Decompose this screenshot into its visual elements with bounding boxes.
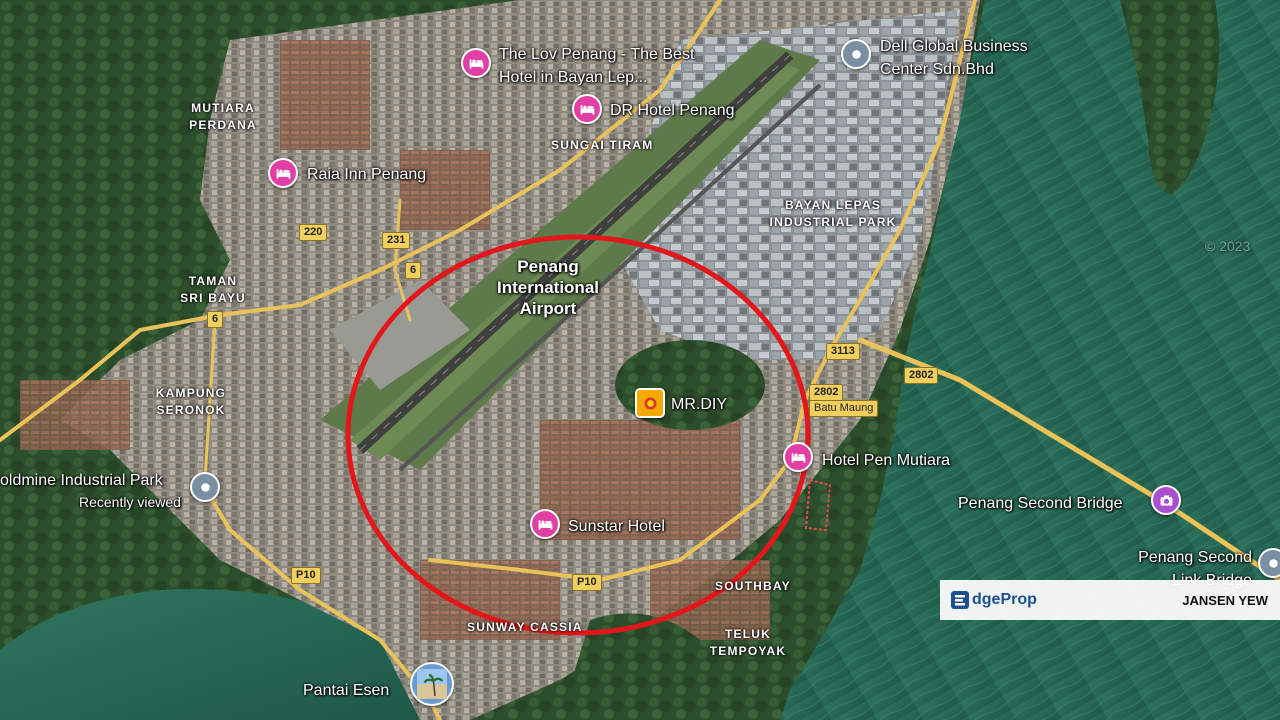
bed-icon bbox=[791, 452, 805, 463]
road-shield-2802: 2802 bbox=[809, 384, 844, 401]
location-dot-icon bbox=[1268, 558, 1278, 568]
road-shield-6: 6 bbox=[207, 311, 224, 328]
place-label-sunstar[interactable]: Sunstar Hotel bbox=[568, 515, 665, 538]
edgeprop-brand-text: dgeProp bbox=[972, 591, 1037, 608]
road-shield-231: 231 bbox=[382, 232, 411, 249]
place-label-pen-mutiara[interactable]: Hotel Pen Mutiara bbox=[822, 449, 950, 472]
bridge-pin-second-link-bridge[interactable] bbox=[1258, 548, 1280, 578]
hotel-pin-sunstar[interactable] bbox=[530, 509, 560, 539]
beach-photo-icon bbox=[417, 669, 447, 699]
road-shield-p10: P10 bbox=[291, 567, 321, 584]
road-shield-220: 220 bbox=[299, 224, 328, 241]
business-pin-goldmine[interactable] bbox=[190, 472, 220, 502]
area-label-mutiara-perdana: MUTIARA PERDANA bbox=[189, 101, 257, 132]
hotel-pin-lov-penang[interactable] bbox=[461, 48, 491, 78]
place-label-goldmine[interactable]: oldmine Industrial Park bbox=[0, 469, 163, 492]
watermark-bar: dgeProp JANSEN YEW bbox=[940, 580, 1280, 620]
bed-icon bbox=[469, 58, 483, 69]
edgeprop-e-icon bbox=[951, 591, 969, 609]
place-label-mrdiy[interactable]: MR.DIY bbox=[671, 393, 727, 416]
store-icon bbox=[644, 397, 656, 409]
beach-pin-pantai-esen[interactable] bbox=[410, 662, 454, 706]
bed-icon bbox=[276, 168, 290, 179]
business-pin-dell[interactable] bbox=[841, 39, 871, 69]
area-label-taman-sri-bayu: TAMAN SRI BAYU bbox=[180, 274, 246, 305]
area-label-sungai-tiram: SUNGAI TIRAM bbox=[551, 138, 654, 152]
edgeprop-logo: dgeProp bbox=[950, 590, 1037, 610]
place-label-dell[interactable]: Dell Global Business Center Sdn.Bhd bbox=[880, 35, 1060, 81]
bridge-pin-second-bridge[interactable] bbox=[1151, 485, 1181, 515]
road-shield-3113: 3113 bbox=[826, 343, 860, 360]
area-label-sunway-cassia: SUNWAY CASSIA bbox=[467, 620, 583, 634]
place-label-pantai-esen[interactable]: Pantai Esen bbox=[303, 679, 389, 702]
store-pin-mrdiy[interactable] bbox=[635, 388, 665, 418]
place-label-lov-penang[interactable]: The Lov Penang - The Best Hotel in Bayan… bbox=[499, 43, 709, 89]
hotel-pin-dr-hotel[interactable] bbox=[572, 94, 602, 124]
location-dot-icon bbox=[200, 482, 210, 492]
place-label-raia-inn[interactable]: Raia Inn Penang bbox=[307, 163, 426, 186]
map-copyright: © 2023 bbox=[1205, 238, 1251, 254]
area-label-kampung-seronok: KAMPUNG SERONOK bbox=[155, 386, 227, 417]
road-label-batu-maung: Batu Maung bbox=[809, 400, 879, 417]
area-label-southbay: SOUTHBAY bbox=[715, 579, 791, 593]
road-shield-p10: P10 bbox=[572, 574, 602, 591]
camera-icon bbox=[1160, 494, 1172, 506]
road-shield-2802: 2802 bbox=[904, 367, 939, 384]
road-shield-6: 6 bbox=[405, 262, 422, 279]
place-sublabel-recently-viewed: Recently viewed bbox=[79, 494, 181, 510]
photo-author: JANSEN YEW bbox=[1182, 592, 1268, 608]
bed-icon bbox=[580, 104, 594, 115]
area-label-airport[interactable]: Penang International Airport bbox=[478, 256, 618, 319]
hotel-pin-pen-mutiara[interactable] bbox=[783, 442, 813, 472]
area-label-bayan-lepas: BAYAN LEPAS INDUSTRIAL PARK bbox=[769, 198, 897, 229]
location-dot-icon bbox=[851, 49, 861, 59]
place-label-second-bridge[interactable]: Penang Second Bridge bbox=[958, 492, 1123, 515]
area-label-teluk-tempoyak: TELUK TEMPOYAK bbox=[709, 627, 787, 658]
hotel-pin-raia-inn[interactable] bbox=[268, 158, 298, 188]
bed-icon bbox=[538, 519, 552, 530]
place-label-dr-hotel[interactable]: DR Hotel Penang bbox=[610, 99, 735, 122]
